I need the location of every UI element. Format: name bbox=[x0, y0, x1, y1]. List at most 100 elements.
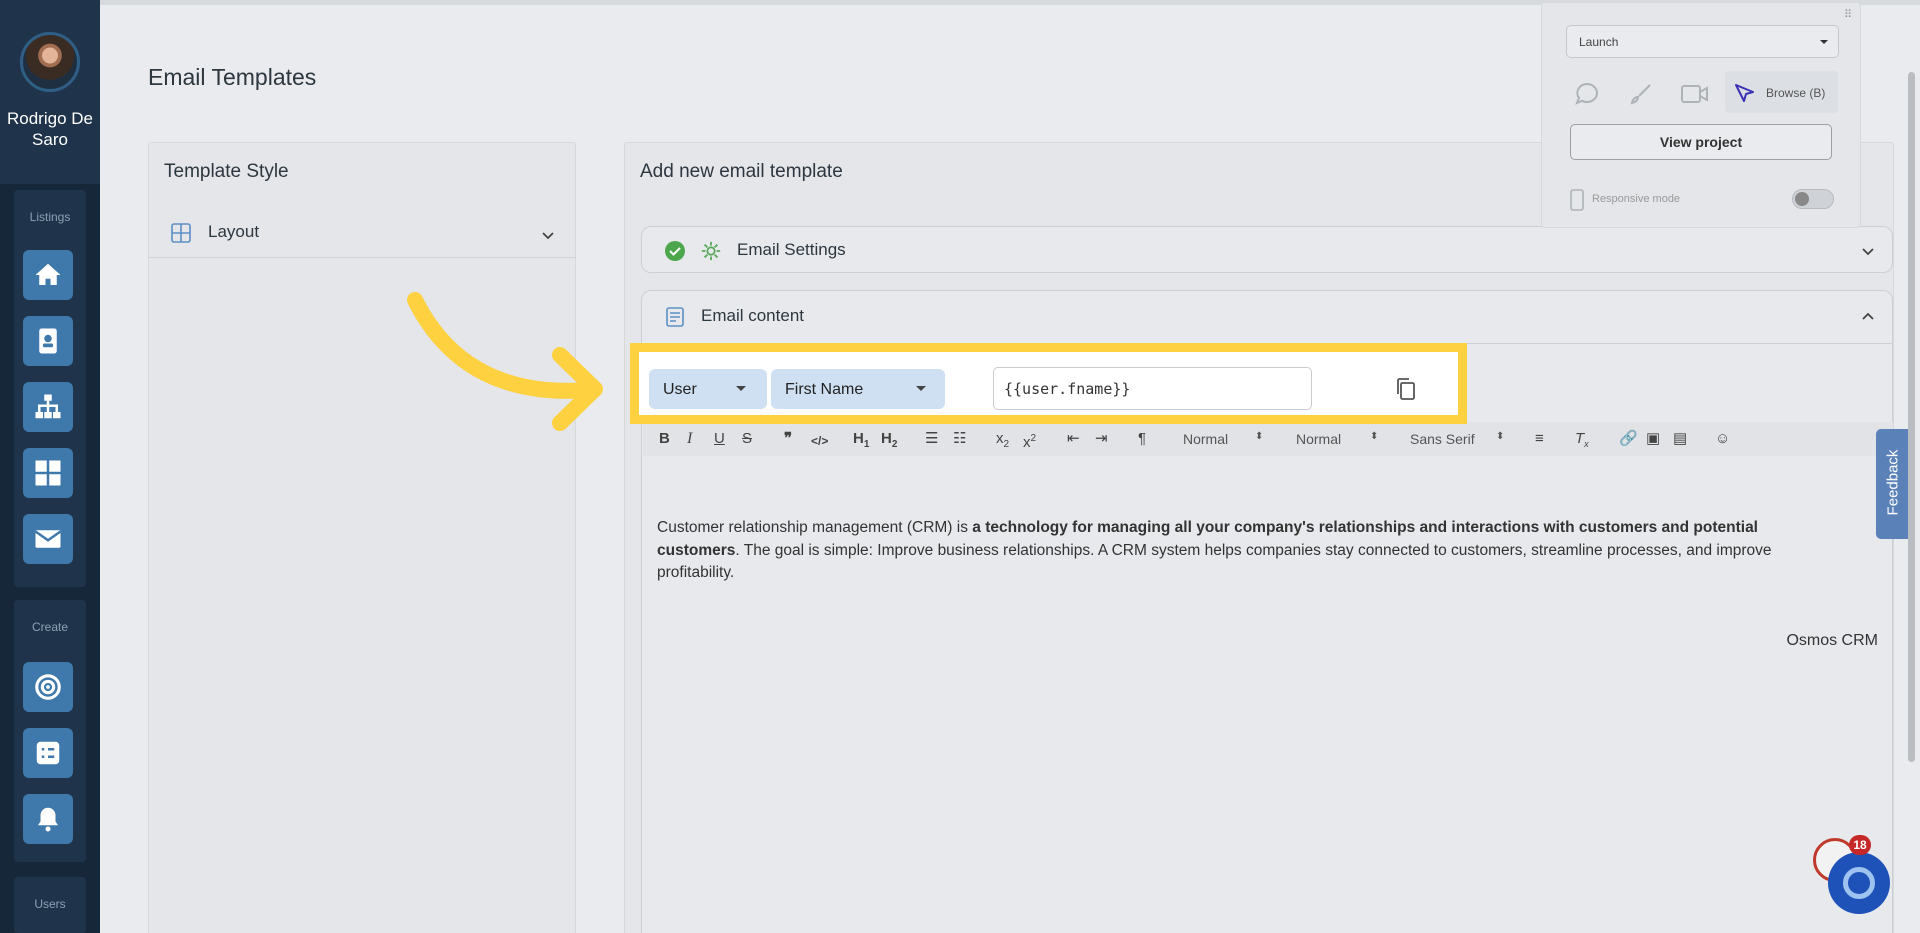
image-icon[interactable]: ▣ bbox=[1646, 430, 1660, 448]
sitemap-icon bbox=[35, 394, 61, 419]
responsive-mode-toggle[interactable] bbox=[1792, 189, 1834, 209]
cursor-icon bbox=[1735, 84, 1754, 102]
profile-block: Rodrigo De Saro bbox=[0, 0, 100, 184]
capture-panel: ⠿ Launch Browse (B) View project Respons… bbox=[1541, 2, 1861, 228]
caret-down-icon bbox=[916, 386, 926, 391]
users-label: Users bbox=[34, 897, 66, 911]
object-select[interactable]: User bbox=[649, 369, 767, 409]
font-select[interactable]: Sans Serif bbox=[1410, 431, 1475, 447]
header-select[interactable]: Normal bbox=[1296, 431, 1341, 447]
feedback-tab[interactable]: Feedback bbox=[1876, 429, 1910, 539]
italic-button[interactable]: I bbox=[687, 430, 692, 448]
comment-icon[interactable] bbox=[1574, 81, 1600, 107]
browse-label: Browse (B) bbox=[1766, 86, 1826, 100]
phone-icon bbox=[1570, 189, 1584, 211]
font-select-arrows-icon[interactable]: ⬍ bbox=[1496, 431, 1504, 442]
clear-format-icon[interactable]: Tx bbox=[1575, 430, 1589, 453]
size-select-arrows-icon[interactable]: ⬍ bbox=[1255, 431, 1263, 442]
alerts-button[interactable] bbox=[23, 794, 73, 844]
goals-button[interactable] bbox=[23, 662, 73, 712]
layout-accordion[interactable]: Layout bbox=[148, 214, 576, 258]
hierarchy-button[interactable] bbox=[23, 382, 73, 432]
text-direction-icon[interactable]: ¶ bbox=[1138, 430, 1146, 448]
feedback-label: Feedback bbox=[1884, 449, 1902, 516]
target-icon bbox=[35, 674, 61, 700]
signature-text: Osmos CRM bbox=[1786, 632, 1878, 649]
bullet-list-icon[interactable]: ☷ bbox=[953, 430, 966, 448]
sidebar: Rodrigo De Saro Listings Create Users bbox=[0, 0, 100, 933]
grid-icon bbox=[35, 460, 61, 486]
link-icon[interactable]: 🔗 bbox=[1619, 430, 1638, 448]
toggle-knob bbox=[1795, 192, 1809, 206]
contact-card-icon bbox=[39, 328, 57, 354]
ordered-list-icon[interactable]: ☰ bbox=[925, 430, 938, 448]
brush-icon[interactable] bbox=[1628, 81, 1654, 107]
bell-icon bbox=[38, 807, 58, 832]
template-style-card bbox=[148, 142, 576, 933]
chat-icon bbox=[1843, 867, 1875, 899]
outdent-icon[interactable]: ⇤ bbox=[1067, 430, 1080, 448]
tasks-button[interactable] bbox=[23, 728, 73, 778]
superscript-button[interactable]: x2 bbox=[1023, 430, 1036, 452]
editor-text-part1: Customer relationship management (CRM) i… bbox=[657, 519, 973, 536]
email-button[interactable] bbox=[23, 514, 73, 564]
align-icon[interactable]: ≡ bbox=[1535, 430, 1544, 448]
checklist-icon bbox=[36, 741, 60, 765]
view-project-button[interactable]: View project bbox=[1570, 124, 1832, 160]
strike-button[interactable]: S bbox=[742, 430, 752, 448]
heading2-button[interactable]: H2 bbox=[881, 430, 897, 454]
gear-icon bbox=[701, 241, 721, 261]
header-select-arrows-icon[interactable]: ⬍ bbox=[1370, 431, 1378, 442]
dashboard-button[interactable] bbox=[23, 448, 73, 498]
launch-select[interactable]: Launch bbox=[1566, 25, 1839, 58]
editor-content[interactable]: Customer relationship management (CRM) i… bbox=[657, 517, 1827, 585]
drag-handle-icon[interactable]: ⠿ bbox=[1844, 8, 1852, 21]
home-button[interactable] bbox=[23, 250, 73, 300]
page-title: Email Templates bbox=[148, 64, 317, 90]
caret-down-icon bbox=[1820, 40, 1828, 44]
highlight-arrow-icon bbox=[407, 292, 603, 431]
merge-field-highlight: User First Name bbox=[630, 343, 1467, 424]
object-select-value: User bbox=[663, 381, 697, 398]
blockquote-icon[interactable]: ❞ bbox=[784, 430, 792, 448]
merge-code-input[interactable] bbox=[993, 367, 1312, 410]
editor-toolbar: B I U S ❞ </> H1 H2 ☰ ☷ x2 x2 ⇤ ⇥ ¶ Norm… bbox=[643, 422, 1893, 456]
browse-mode-button[interactable]: Browse (B) bbox=[1725, 71, 1838, 113]
emoji-icon[interactable]: ☺ bbox=[1715, 430, 1730, 448]
field-select[interactable]: First Name bbox=[771, 369, 945, 409]
layout-label: Layout bbox=[208, 222, 260, 241]
email-settings-label: Email Settings bbox=[737, 240, 846, 259]
code-icon[interactable]: </> bbox=[811, 432, 828, 450]
email-content-label[interactable]: Email content bbox=[701, 306, 804, 326]
size-select[interactable]: Normal bbox=[1183, 431, 1228, 447]
add-template-title: Add new email template bbox=[640, 161, 843, 182]
video-icon[interactable]: ▤ bbox=[1673, 430, 1687, 448]
avatar[interactable] bbox=[20, 32, 80, 92]
launch-select-value: Launch bbox=[1579, 35, 1619, 49]
listings-label: Listings bbox=[29, 210, 71, 224]
editor-text-part2: . The goal is simple: Improve business r… bbox=[657, 541, 1772, 582]
document-edit-icon bbox=[666, 307, 684, 327]
chevron-up-icon[interactable] bbox=[1861, 309, 1875, 323]
underline-button[interactable]: U bbox=[714, 430, 725, 448]
heading1-button[interactable]: H1 bbox=[853, 430, 869, 454]
responsive-mode-label: Responsive mode bbox=[1592, 193, 1681, 205]
bold-button[interactable]: B bbox=[659, 430, 670, 448]
subscript-button[interactable]: x2 bbox=[996, 430, 1009, 454]
chat-button[interactable] bbox=[1828, 852, 1890, 914]
page-scrollbar[interactable] bbox=[1908, 72, 1915, 762]
chevron-down-icon bbox=[1862, 248, 1874, 256]
contacts-button[interactable] bbox=[23, 316, 73, 366]
notification-badge: 18 bbox=[1849, 835, 1871, 855]
user-name: Rodrigo De Saro bbox=[7, 109, 93, 149]
users-section: Users bbox=[14, 877, 86, 933]
check-circle-icon bbox=[665, 241, 685, 261]
copy-icon[interactable] bbox=[1395, 377, 1417, 401]
caret-down-icon bbox=[736, 386, 746, 391]
envelope-icon bbox=[34, 530, 62, 548]
email-settings-accordion[interactable]: Email Settings bbox=[641, 226, 1893, 273]
indent-icon[interactable]: ⇥ bbox=[1095, 430, 1108, 448]
video-camera-icon[interactable] bbox=[1680, 83, 1710, 105]
home-icon bbox=[35, 263, 61, 285]
field-select-value: First Name bbox=[785, 381, 864, 398]
